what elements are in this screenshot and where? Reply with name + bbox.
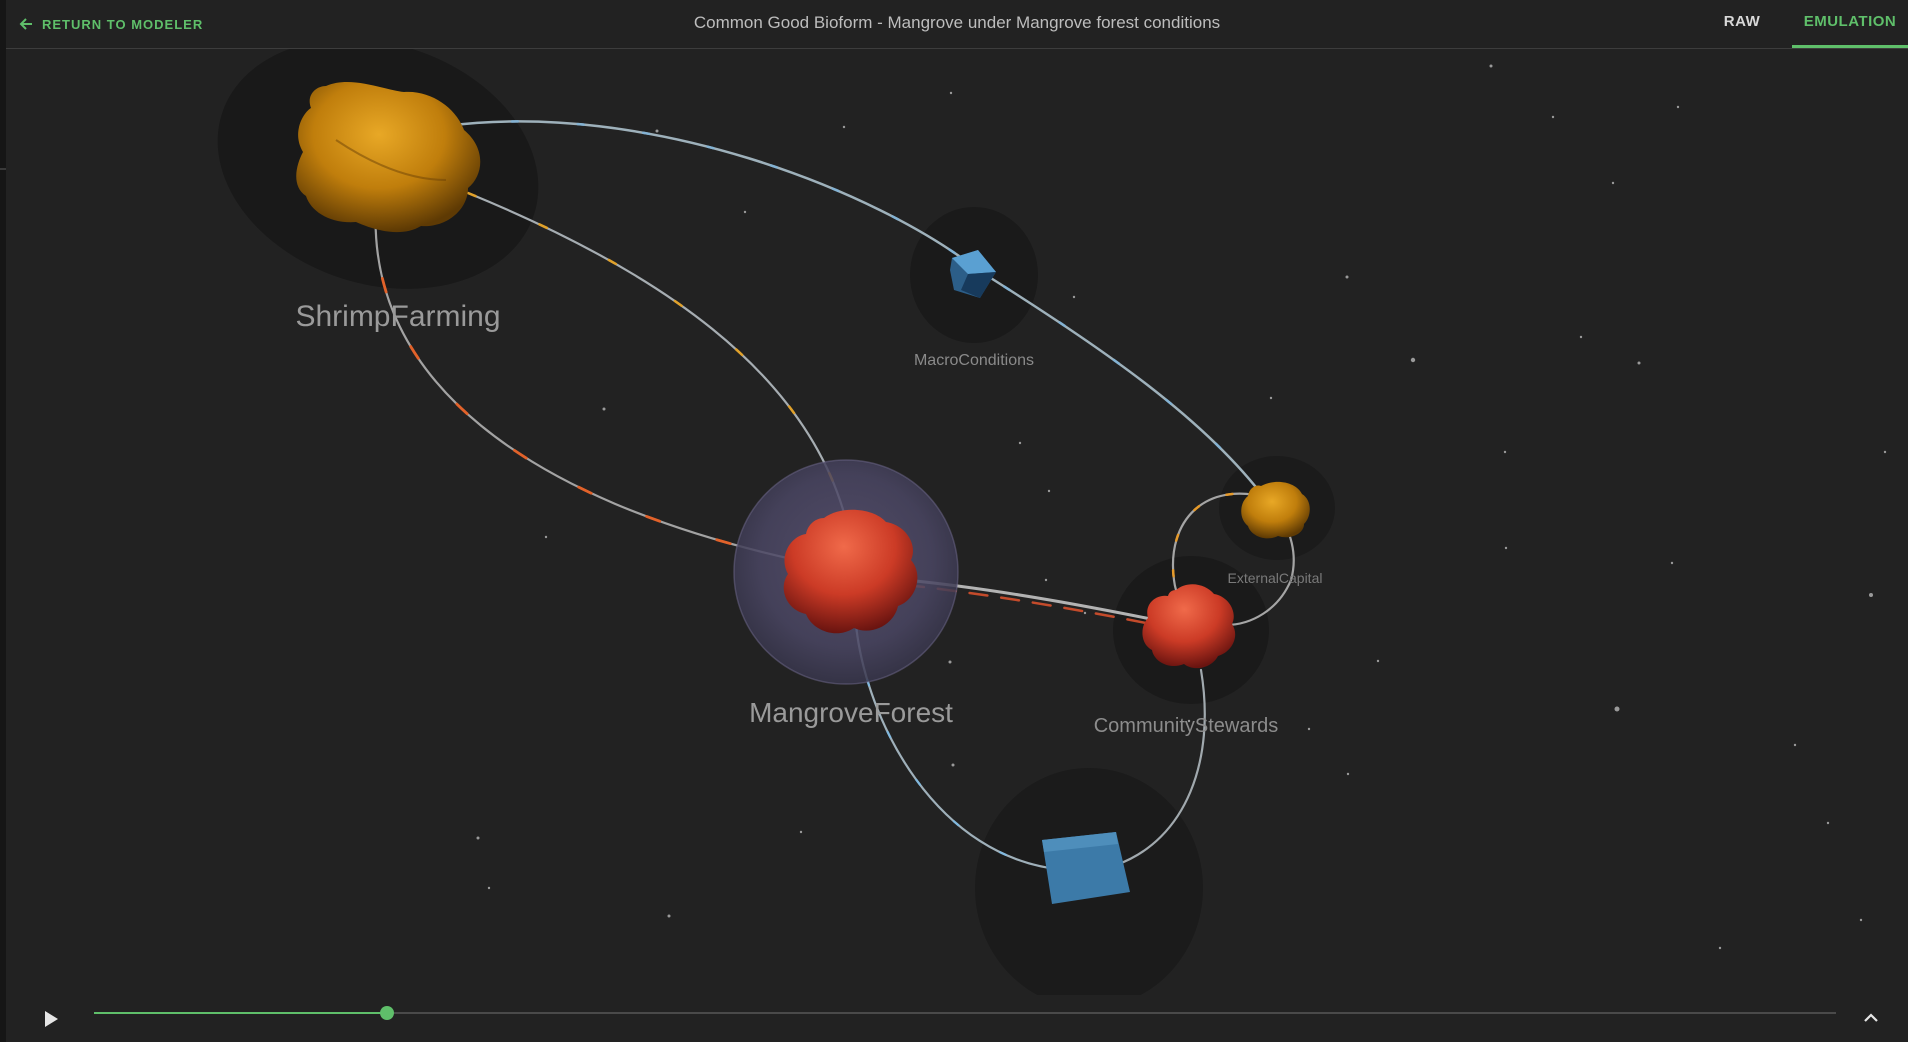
tab-raw[interactable]: RAW [1702, 0, 1782, 47]
chevron-up-icon [1864, 1013, 1878, 1022]
play-icon [45, 1011, 58, 1027]
emulation-viewport[interactable]: ShrimpFarming MacroConditions ExternalCa… [6, 48, 1908, 1000]
label-shrimp-farming: ShrimpFarming [295, 300, 501, 333]
tab-emulation[interactable]: EMULATION [1792, 0, 1908, 48]
timeline-slider[interactable] [94, 1006, 1836, 1020]
scene-canvas [217, 48, 1887, 1000]
header-bar: RETURN TO MODELER Common Good Bioform - … [6, 0, 1908, 49]
label-mangrove-forest: MangroveForest [749, 697, 953, 728]
label-community-stewards: CommunityStewards [1093, 715, 1279, 737]
label-macro-conditions: MacroConditions [913, 352, 1035, 369]
timeline-slider-thumb[interactable] [379, 1006, 394, 1020]
external-capital-node[interactable] [1241, 481, 1310, 539]
expand-panel-button[interactable] [1856, 1003, 1886, 1033]
page-title: Common Good Bioform - Mangrove under Man… [693, 13, 1221, 32]
mangrove-forest-node[interactable] [733, 459, 959, 685]
label-external-capital: ExternalCapital [1227, 570, 1323, 586]
starfield [476, 64, 1887, 950]
timeline-slider-fill [94, 1012, 387, 1014]
timeline-bar [6, 995, 1908, 1042]
play-button[interactable] [34, 1003, 66, 1035]
resource-cube-node[interactable] [1042, 832, 1130, 904]
